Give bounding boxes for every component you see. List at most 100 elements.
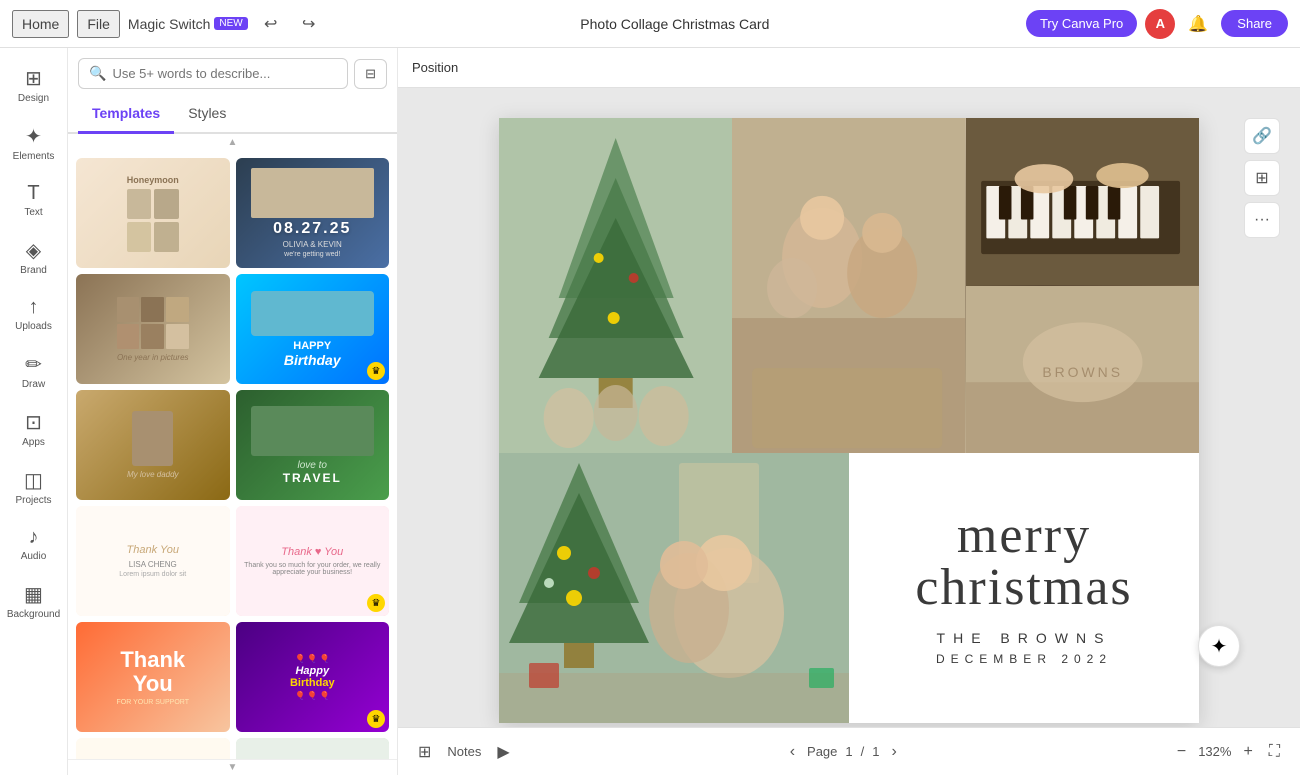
file-button[interactable]: File [77,10,120,38]
template-thumb-4[interactable]: HAPPY Birthday ♛ [236,274,390,384]
magic-switch-button[interactable]: Magic Switch NEW [128,16,248,32]
sidebar-item-elements-label: Elements [13,151,55,162]
topbar-left: Home File Magic Switch NEW ↩ ↪ [12,9,324,39]
sidebar-item-uploads[interactable]: ↑ Uploads [4,288,64,340]
card-text-section: merry christmas THE BROWNS DECEMBER 2022 [849,453,1199,723]
template-thumb-9[interactable]: Thank You FOR YOUR SUPPORT [76,622,230,732]
christmas-card: BROWNS [499,118,1199,723]
canvas-scroll[interactable]: 🔗 ⊞ ··· ✦ [398,88,1300,727]
zoom-in-button[interactable]: + [1239,739,1256,765]
redo-button[interactable]: ↪ [294,9,324,39]
brand-icon: ◈ [26,238,41,263]
sidebar-item-design[interactable]: ⊞ Design [4,58,64,112]
card-family-name: THE BROWNS [937,630,1112,646]
card-top-photos: BROWNS [499,118,1199,453]
zoom-level: 132% [1198,744,1231,759]
template-thumb-6[interactable]: love to TRAVEL [236,390,390,500]
more-tool-button[interactable]: ··· [1244,202,1280,238]
sidebar-item-text[interactable]: T Text [4,174,64,226]
next-page-button[interactable]: › [888,739,901,765]
thumb-inner-11: 🌸 🌸 🌸 you're invited to the wedding of..… [76,738,230,759]
sidebar-item-audio[interactable]: ♪ Audio [4,518,64,570]
template-thumb-8[interactable]: Thank ♥ You Thank you so much for your o… [236,506,390,616]
icon-bar: ⊞ Design ✦ Elements T Text ◈ Brand ↑ Upl… [0,48,68,775]
thumb-inner-9: Thank You FOR YOUR SUPPORT [76,622,230,732]
present-button[interactable]: ▶ [493,738,513,766]
thumb-inner-7: Thank You LISA CHENG Lorem ipsum dolor s… [76,506,230,616]
position-button[interactable]: Position [412,60,458,75]
canva-assistant-button[interactable]: ✦ [1198,625,1240,667]
canvas-right-tools: 🔗 ⊞ ··· [1244,118,1280,238]
notifications-button[interactable]: 🔔 [1183,9,1213,39]
template-grid: Honeymoon 08.27.25 OLIVIA & KEVIN [68,150,397,759]
audio-icon: ♪ [29,526,39,549]
page-separator: / [861,744,865,759]
photo-family-sofa[interactable] [732,118,965,453]
photo-piano[interactable] [966,118,1199,286]
main-area: ⊞ Design ✦ Elements T Text ◈ Brand ↑ Upl… [0,48,1300,775]
svg-text:BROWNS: BROWNS [1042,364,1123,380]
document-title: Photo Collage Christmas Card [334,16,1016,32]
template-thumb-12[interactable]: you are invited to celebrate Claudia & R… [236,738,390,759]
crown-badge-8: ♛ [367,594,385,612]
sidebar-item-elements[interactable]: ✦ Elements [4,116,64,170]
template-thumb-1[interactable]: Honeymoon [76,158,230,268]
share-button[interactable]: Share [1221,10,1288,37]
topbar-right: Try Canva Pro A 🔔 Share [1026,9,1288,39]
page-label: Page [807,744,837,759]
grid-tool-button[interactable]: ⊞ [1244,160,1280,196]
design-icon: ⊞ [25,66,42,91]
template-thumb-5[interactable]: My love daddy [76,390,230,500]
template-thumb-10[interactable]: 🎈 🎈 🎈 Happy Birthday 🎈 🎈 🎈 ♛ [236,622,390,732]
search-bar: 🔍 ⊟ [68,48,397,95]
page-total: 1 [872,744,879,759]
template-thumb-3[interactable]: One year in pictures [76,274,230,384]
thumb-inner-10: 🎈 🎈 🎈 Happy Birthday 🎈 🎈 🎈 [236,622,390,732]
template-thumb-2[interactable]: 08.27.25 OLIVIA & KEVIN we're getting we… [236,158,390,268]
search-input-wrap: 🔍 [78,58,348,89]
page-current: 1 [845,744,852,759]
undo-button[interactable]: ↩ [256,9,286,39]
sidebar-item-draw[interactable]: ✏ Draw [4,344,64,398]
tab-styles[interactable]: Styles [174,95,240,134]
thumb-inner-4: HAPPY Birthday [236,274,390,384]
text-icon: T [27,182,39,205]
topbar: Home File Magic Switch NEW ↩ ↪ Photo Col… [0,0,1300,48]
card-merry-text: merry [957,510,1091,562]
notes-button[interactable]: Notes [443,740,485,763]
photo-tree-tall[interactable] [499,118,732,453]
link-tool-button[interactable]: 🔗 [1244,118,1280,154]
thumb-inner-3: One year in pictures [76,274,230,384]
canvas-area: Position 🔗 ⊞ ··· ✦ [398,48,1300,775]
crown-badge-4: ♛ [367,362,385,380]
prev-page-button[interactable]: ‹ [786,739,799,765]
thumb-inner-6: love to TRAVEL [236,390,390,500]
sidebar-item-projects[interactable]: ◫ Projects [4,460,64,514]
magic-switch-label: Magic Switch [128,16,210,32]
thumb-inner-5: My love daddy [76,390,230,500]
search-icon: 🔍 [89,65,106,82]
sidebar-item-background[interactable]: ▦ Background [4,574,64,628]
elements-icon: ✦ [25,124,42,149]
col2-photos: BROWNS [966,118,1199,453]
sidebar-item-apps[interactable]: ⊡ Apps [4,402,64,456]
filter-button[interactable]: ⊟ [354,59,387,89]
thumb-inner-8: Thank ♥ You Thank you so much for your o… [236,506,390,616]
sidebar-item-brand[interactable]: ◈ Brand [4,230,64,284]
fullscreen-button[interactable]: ⛶ [1265,739,1284,765]
scroll-indicator: ▲ [68,134,397,150]
template-thumb-7[interactable]: Thank You LISA CHENG Lorem ipsum dolor s… [76,506,230,616]
sidebar-item-text-label: Text [24,207,42,218]
template-thumb-11[interactable]: 🌸 🌸 🌸 you're invited to the wedding of..… [76,738,230,759]
sidebar-item-audio-label: Audio [21,551,47,562]
photo-christmas-big[interactable] [499,453,849,723]
show-pages-button[interactable]: ⊞ [414,738,435,766]
thumb-inner-1: Honeymoon [76,158,230,268]
search-input[interactable] [112,66,337,81]
zoom-out-button[interactable]: − [1173,739,1190,765]
home-button[interactable]: Home [12,10,69,38]
try-pro-button[interactable]: Try Canva Pro [1026,10,1137,37]
photo-deer[interactable]: BROWNS [966,286,1199,454]
new-badge: NEW [214,17,247,30]
tab-templates[interactable]: Templates [78,95,174,134]
